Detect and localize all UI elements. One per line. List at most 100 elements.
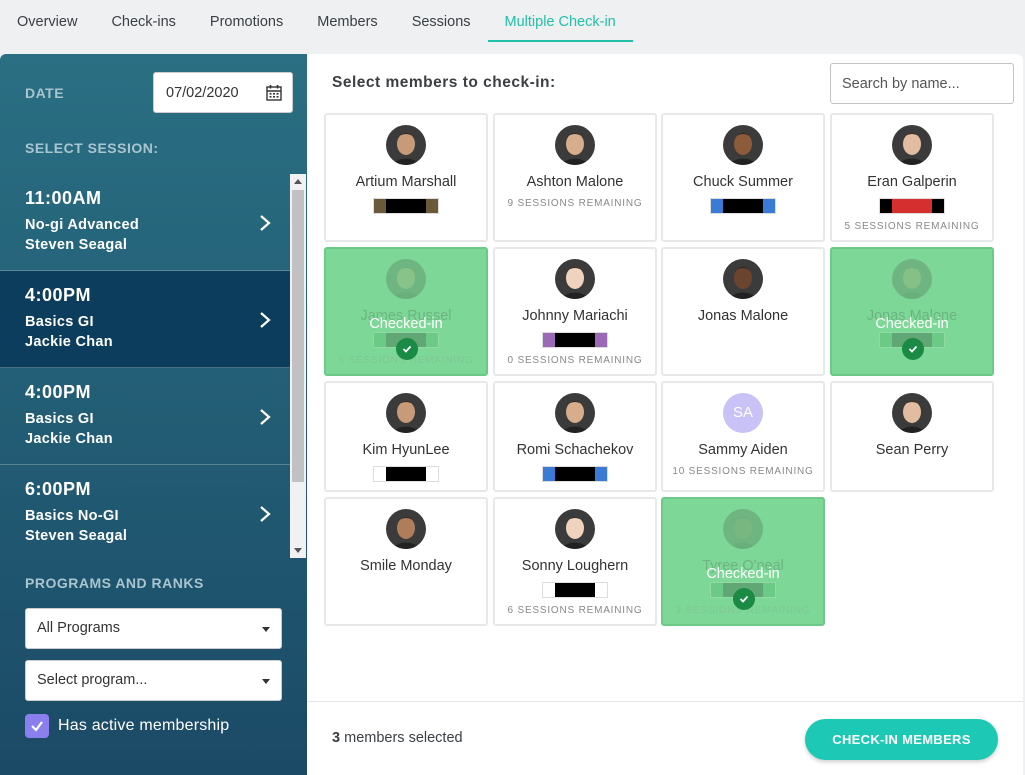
avatar	[555, 393, 595, 433]
search-input[interactable]	[830, 63, 1014, 104]
chevron-right-icon	[260, 409, 271, 425]
member-panel: Select members to check-in: Artium Marsh…	[307, 54, 1023, 775]
chevron-right-icon	[260, 312, 271, 328]
tab-check-ins[interactable]: Check-ins	[94, 0, 192, 44]
belt-stripe	[426, 467, 438, 481]
sessions-remaining: 0 SESSIONS REMAINING	[507, 355, 643, 366]
belt-stripe	[932, 333, 944, 347]
member-name: Sean Perry	[875, 442, 949, 458]
tab-promotions[interactable]: Promotions	[193, 0, 300, 44]
member-card[interactable]: Sean Perry	[830, 381, 994, 492]
chevron-right-icon	[260, 215, 271, 231]
member-name: Chuck Summer	[693, 174, 793, 190]
member-name: Romi Schachekov	[516, 442, 634, 458]
session-name: Basics GI	[25, 411, 94, 427]
session-item[interactable]: 4:00PM Basics GI Jackie Chan	[0, 368, 291, 465]
tab-members[interactable]: Members	[300, 0, 394, 44]
belt-stripe	[555, 333, 595, 347]
avatar	[723, 259, 763, 299]
date-label: DATE	[25, 85, 65, 101]
member-card[interactable]: Tyree O'neal 3 SESSIONS REMAINING Checked-…	[661, 497, 825, 626]
member-name: Johnny Mariachi	[522, 308, 628, 324]
session-list: 11:00AM No-gi Advanced Steven Seagal 4:0…	[0, 174, 291, 558]
program-filter-select[interactable]: All Programs	[25, 608, 282, 649]
avatar	[892, 393, 932, 433]
rank-belt	[879, 198, 945, 214]
belt-stripe	[880, 333, 892, 347]
tab-overview[interactable]: Overview	[0, 0, 94, 44]
sidebar: DATE 07/02/2020 SELECT SESSION: 11:00AM …	[0, 54, 307, 775]
belt-stripe	[595, 583, 607, 597]
chevron-right-icon	[260, 506, 271, 522]
avatar	[723, 125, 763, 165]
member-card[interactable]: Romi Schachekov	[493, 381, 657, 492]
member-name: Kim HyunLee	[362, 442, 450, 458]
panel-title: Select members to check-in:	[332, 74, 556, 91]
tab-sessions[interactable]: Sessions	[395, 0, 488, 44]
member-card[interactable]: Chuck Summer	[661, 113, 825, 242]
select-session-label: SELECT SESSION:	[25, 140, 159, 156]
belt-stripe	[386, 199, 426, 213]
belt-stripe	[543, 583, 555, 597]
session-name: No-gi Advanced	[25, 217, 140, 233]
avatar	[555, 259, 595, 299]
belt-stripe	[723, 199, 763, 213]
belt-stripe	[763, 199, 775, 213]
active-membership-row: Has active membership	[25, 714, 229, 738]
belt-stripe	[374, 333, 386, 347]
date-input[interactable]: 07/02/2020	[153, 72, 293, 113]
member-card[interactable]: Artium Marshall	[324, 113, 488, 242]
member-name: Jonas Malone	[697, 308, 789, 324]
belt-stripe	[711, 199, 723, 213]
scroll-up-arrow-icon[interactable]	[294, 179, 302, 184]
member-card[interactable]: Sonny Loughern 6 SESSIONS REMAINING	[493, 497, 657, 626]
member-name: Artium Marshall	[355, 174, 457, 190]
rank-belt	[542, 582, 608, 598]
calendar-icon[interactable]	[266, 84, 282, 101]
avatar	[555, 509, 595, 549]
member-name: Sammy Aiden	[698, 442, 788, 458]
session-item[interactable]: 4:00PM Basics GI Jackie Chan	[0, 271, 291, 368]
session-item[interactable]: 6:00PM Basics No-GI Steven Seagal	[0, 465, 291, 558]
date-value: 07/02/2020	[166, 84, 239, 101]
member-card[interactable]: James Russel 6 SESSIONS REMAINING Checked-…	[324, 247, 488, 376]
member-card[interactable]: Jonas Malone Checked-in	[830, 247, 994, 376]
member-card[interactable]: Eran Galperin 5 SESSIONS REMAINING	[830, 113, 994, 242]
member-card[interactable]: Ashton Malone 9 SESSIONS REMAINING	[493, 113, 657, 242]
program-select-placeholder: Select program...	[37, 672, 148, 688]
session-name: Basics No-GI	[25, 508, 119, 524]
tab-multiple-check-in[interactable]: Multiple Check-in	[487, 0, 633, 44]
member-card[interactable]: Kim HyunLee	[324, 381, 488, 492]
check-in-members-button[interactable]: CHECK-IN MEMBERS	[805, 719, 998, 760]
scroll-down-arrow-icon[interactable]	[294, 548, 302, 553]
belt-stripe	[892, 199, 932, 213]
member-name: Smile Monday	[360, 558, 452, 574]
member-card[interactable]: SA Sammy Aiden 10 SESSIONS REMAINING	[661, 381, 825, 492]
selected-count: 3	[332, 730, 341, 746]
belt-stripe	[595, 467, 607, 481]
session-time: 4:00PM	[25, 285, 92, 305]
rank-belt	[373, 466, 439, 482]
session-scrollbar[interactable]	[290, 174, 306, 558]
caret-down-icon	[262, 627, 270, 632]
active-membership-checkbox[interactable]	[25, 714, 49, 738]
member-card[interactable]: Jonas Malone	[661, 247, 825, 376]
program-select[interactable]: Select program...	[25, 660, 282, 701]
avatar	[892, 259, 932, 299]
belt-stripe	[595, 333, 607, 347]
tab-bar: Overview Check-ins Promotions Members Se…	[0, 0, 1025, 44]
footer: 3 members selected CHECK-IN MEMBERS	[307, 701, 1023, 775]
sessions-remaining: 5 SESSIONS REMAINING	[844, 221, 980, 232]
rank-belt	[542, 332, 608, 348]
belt-stripe	[880, 199, 892, 213]
scroll-thumb[interactable]	[292, 190, 304, 482]
avatar	[892, 125, 932, 165]
session-time: 4:00PM	[25, 382, 92, 402]
check-circle-icon	[396, 338, 418, 360]
session-item[interactable]: 11:00AM No-gi Advanced Steven Seagal	[0, 174, 291, 271]
member-card[interactable]: Smile Monday	[324, 497, 488, 626]
session-time: 6:00PM	[25, 479, 92, 499]
member-card[interactable]: Johnny Mariachi 0 SESSIONS REMAINING	[493, 247, 657, 376]
belt-stripe	[711, 583, 723, 597]
rank-belt	[373, 198, 439, 214]
